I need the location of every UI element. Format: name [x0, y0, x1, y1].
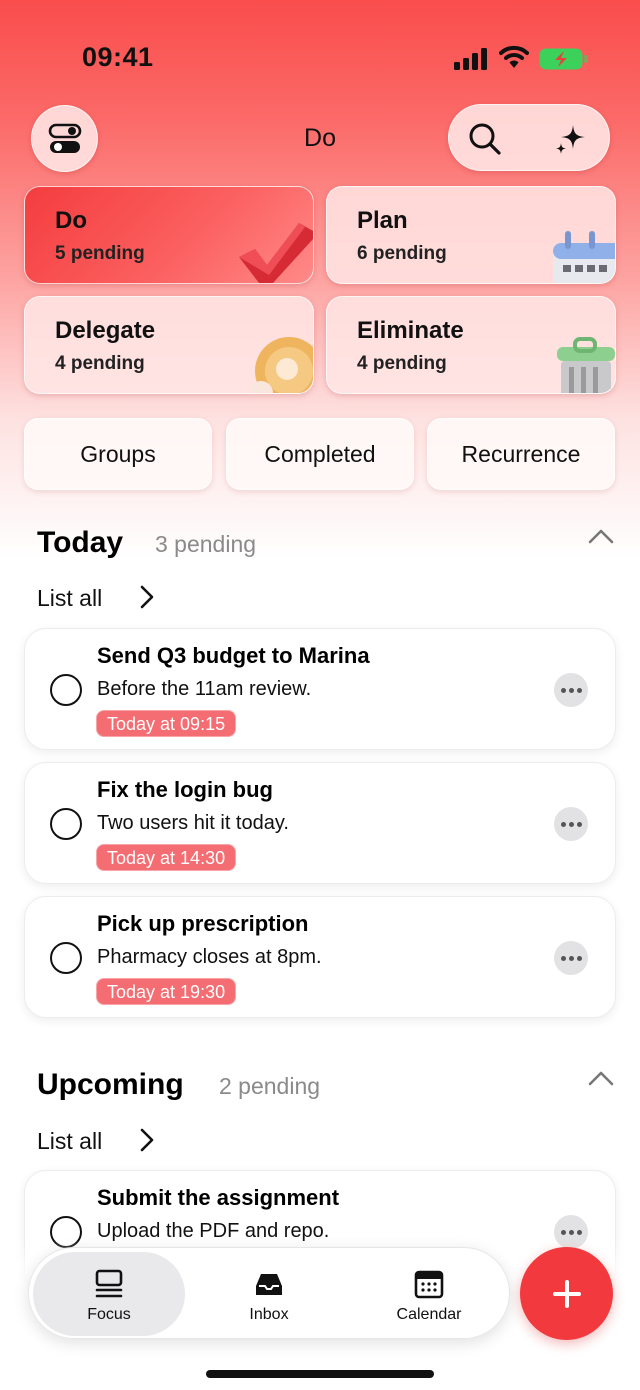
more-options-button[interactable]	[554, 807, 588, 841]
dot-icon	[560, 687, 566, 693]
dot-icon	[568, 1229, 574, 1235]
battery-charging-icon	[539, 48, 588, 70]
tab-label: Calendar	[396, 1306, 462, 1323]
recurrence-chip[interactable]: Recurrence	[427, 418, 615, 490]
today-list-all-link[interactable]: List all	[37, 585, 102, 612]
task-title: Submit the assignment	[97, 1185, 340, 1210]
add-task-button[interactable]	[520, 1247, 613, 1340]
chevron-up-icon[interactable]	[588, 1070, 614, 1086]
due-badge: Today at 09:15	[96, 710, 237, 737]
quadrant-title: Plan	[357, 207, 408, 234]
task-card[interactable]: Pick up prescription Pharmacy closes at …	[24, 896, 616, 1018]
cellular-signal-icon	[454, 48, 487, 70]
complete-checkbox[interactable]	[50, 808, 82, 840]
complete-checkbox[interactable]	[50, 942, 82, 974]
quadrant-title: Eliminate	[357, 317, 464, 344]
trash-can-3d-icon	[557, 337, 615, 393]
task-card[interactable]: Send Q3 budget to Marina Before the 11am…	[24, 628, 616, 750]
quadrant-title: Delegate	[55, 317, 156, 344]
tab-inbox[interactable]: Inbox	[193, 1252, 345, 1336]
tab-label: Focus	[87, 1306, 131, 1323]
chevron-right-icon[interactable]	[139, 1127, 155, 1153]
complete-checkbox[interactable]	[50, 674, 82, 706]
focus-icon	[95, 1269, 123, 1298]
dot-icon	[568, 687, 574, 693]
quadrant-count: 5 pending	[55, 243, 145, 264]
groups-chip[interactable]: Groups	[24, 418, 212, 490]
quadrant-count: 4 pending	[357, 353, 447, 374]
quadrant-eliminate[interactable]: Eliminate 4 pending	[326, 296, 616, 394]
checkmark-3d-icon	[239, 223, 313, 283]
due-badge: Today at 14:30	[96, 844, 237, 871]
task-title: Fix the login bug	[97, 777, 273, 802]
tab-label: Inbox	[249, 1306, 289, 1323]
toggle-view-button[interactable]	[31, 105, 98, 172]
sparkles-icon	[556, 125, 585, 154]
task-title: Pick up prescription	[97, 911, 309, 936]
today-pending-count: 3 pending	[155, 531, 257, 557]
dot-icon	[560, 1229, 566, 1235]
dot-icon	[560, 821, 566, 827]
search-button[interactable]	[467, 121, 503, 157]
upcoming-pending-count: 2 pending	[219, 1073, 321, 1099]
dot-icon	[576, 1229, 582, 1235]
quadrant-plan[interactable]: Plan 6 pending	[326, 186, 616, 284]
page-title: Do	[304, 124, 336, 152]
task-note: Pharmacy closes at 8pm.	[97, 946, 322, 968]
quadrant-count: 6 pending	[357, 243, 447, 264]
quadrant-do[interactable]: Do 5 pending	[24, 186, 314, 284]
task-card[interactable]: Fix the login bug Two users hit it today…	[24, 762, 616, 884]
dot-icon	[568, 821, 574, 827]
inbox-icon	[256, 1274, 282, 1295]
today-section-title: Today	[37, 526, 124, 559]
header-actions	[448, 104, 610, 171]
task-note: Two users hit it today.	[97, 812, 289, 834]
chevron-right-icon[interactable]	[139, 584, 155, 610]
tab-bar: Focus Inbox Calendar	[28, 1247, 510, 1339]
status-bar: 09:41	[0, 0, 640, 110]
upcoming-list-all-link[interactable]: List all	[37, 1128, 102, 1155]
dot-icon	[576, 821, 582, 827]
donut-3d-icon	[249, 337, 313, 393]
task-note: Before the 11am review.	[97, 678, 312, 700]
quadrant-title: Do	[55, 207, 87, 234]
quadrant-delegate[interactable]: Delegate 4 pending	[24, 296, 314, 394]
tab-calendar[interactable]: Calendar	[353, 1252, 505, 1336]
chevron-up-icon[interactable]	[588, 528, 614, 544]
upcoming-section-title: Upcoming	[37, 1068, 184, 1101]
ai-assist-button[interactable]	[553, 121, 589, 157]
tab-focus[interactable]: Focus	[33, 1252, 185, 1336]
more-options-button[interactable]	[554, 941, 588, 975]
quadrant-count: 4 pending	[55, 353, 145, 374]
dot-icon	[568, 955, 574, 961]
due-badge: Today at 19:30	[96, 978, 237, 1005]
dot-icon	[576, 955, 582, 961]
toggle-icon	[48, 123, 81, 153]
completed-chip[interactable]: Completed	[226, 418, 414, 490]
task-title: Send Q3 budget to Marina	[97, 643, 370, 668]
plus-icon	[552, 1279, 581, 1308]
dot-icon	[576, 687, 582, 693]
more-options-button[interactable]	[554, 673, 588, 707]
search-icon	[469, 123, 501, 155]
home-indicator	[206, 1370, 434, 1378]
status-time: 09:41	[82, 42, 154, 72]
wifi-icon	[499, 45, 529, 68]
calendar-icon	[414, 1270, 444, 1299]
dot-icon	[560, 955, 566, 961]
calendar-3d-icon	[553, 231, 615, 283]
